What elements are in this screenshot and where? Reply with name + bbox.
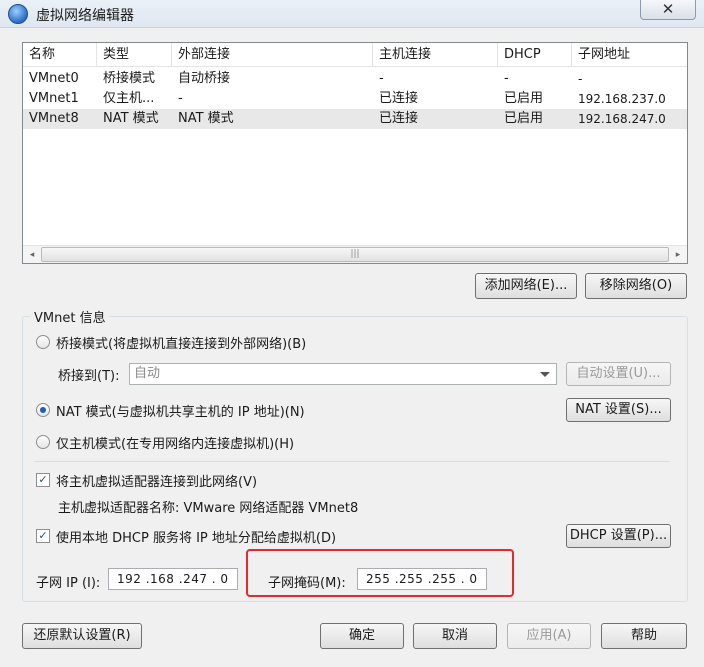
cell-type: 仅主机... [103,91,155,106]
cell-dhcp: - [504,71,509,86]
bridged-label[interactable]: 桥接模式(将虚拟机直接连接到外部网络)(B) [56,333,306,352]
cell-type: 桥接模式 [103,71,156,86]
horizontal-scrollbar[interactable]: ◂ ||| ▸ [23,245,687,263]
auto-settings-button[interactable]: 自动设置(U)... [566,362,671,386]
cell-type: NAT 模式 [103,111,159,126]
table-row[interactable]: VMnet1 仅主机... - 已连接 已启用 192.168.237.0 [23,89,687,109]
remove-network-button[interactable]: 移除网络(O) [585,273,687,299]
bridged-to-value: 自动 [134,366,161,381]
cell-name: VMnet1 [29,91,79,106]
restore-defaults-button[interactable]: 还原默认设置(R) [22,623,142,649]
connect-adapter-label[interactable]: 将主机虚拟适配器连接到此网络(V) [56,471,257,490]
table-row-selected[interactable]: VMnet8 NAT 模式 NAT 模式 已连接 已启用 192.168.247… [23,109,687,129]
apply-button[interactable]: 应用(A) [507,623,591,649]
scroll-left-icon[interactable]: ◂ [25,248,39,262]
subnet-mask-label: 子网掩码(M): [268,576,346,591]
nat-label[interactable]: NAT 模式(与虚拟机共享主机的 IP 地址)(N) [56,401,305,420]
dhcp-settings-button[interactable]: DHCP 设置(P)... [566,524,671,548]
hostonly-radio[interactable] [36,435,50,449]
column-header-type[interactable]: 类型 [97,43,172,67]
cell-external: - [178,91,183,106]
cell-dhcp: 已启用 [504,111,544,126]
nat-settings-button[interactable]: NAT 设置(S)... [566,398,671,422]
cell-external: NAT 模式 [178,111,234,126]
chevron-down-icon [540,372,550,377]
cell-name: VMnet8 [29,111,79,126]
scroll-thumb[interactable]: ||| [41,247,669,262]
add-network-button[interactable]: 添加网络(E)... [475,273,577,299]
list-header: 名称 类型 外部连接 主机连接 DHCP 子网地址 [23,43,687,67]
close-button[interactable]: ✕ [640,0,696,20]
subnet-mask-field[interactable]: 255 .255 .255 . 0 [357,568,487,590]
divider [34,461,670,462]
column-header-subnet[interactable]: 子网地址 [572,43,687,67]
nat-radio[interactable] [36,403,50,417]
cell-subnet: - [578,72,583,86]
cell-external: 自动桥接 [178,71,231,86]
cell-host: 已连接 [379,111,419,126]
group-title: VMnet 信息 [30,307,110,326]
subnet-ip-field[interactable]: 192 .168 .247 . 0 [108,568,238,590]
cell-host: - [379,71,384,86]
cell-host: 已连接 [379,91,419,106]
use-dhcp-checkbox[interactable]: ✓ [36,529,50,543]
help-button[interactable]: 帮助 [601,623,687,649]
cell-dhcp: 已启用 [504,91,544,106]
column-header-dhcp[interactable]: DHCP [498,43,572,67]
window-title: 虚拟网络编辑器 [36,8,134,24]
bridged-to-select[interactable]: 自动 [129,363,557,385]
scroll-right-icon[interactable]: ▸ [671,248,685,262]
use-dhcp-label[interactable]: 使用本地 DHCP 服务将 IP 地址分配给虚拟机(D) [56,527,336,546]
subnet-ip-label: 子网 IP (I): [36,576,101,591]
network-globe-icon [8,4,28,24]
adapter-name-label: 主机虚拟适配器名称: VMware 网络适配器 VMnet8 [58,501,359,516]
connect-adapter-checkbox[interactable]: ✓ [36,473,50,487]
column-header-name[interactable]: 名称 [23,43,97,67]
bridged-to-label: 桥接到(T): [58,369,120,384]
bridged-radio[interactable] [36,335,50,349]
cell-name: VMnet0 [29,71,79,86]
column-header-host[interactable]: 主机连接 [373,43,498,67]
cell-subnet: 192.168.247.0 [578,112,666,126]
cancel-button[interactable]: 取消 [413,623,497,649]
cell-subnet: 192.168.237.0 [578,92,666,106]
column-header-external[interactable]: 外部连接 [172,43,373,67]
table-row[interactable]: VMnet0 桥接模式 自动桥接 - - - [23,69,687,89]
network-list[interactable]: 名称 类型 外部连接 主机连接 DHCP 子网地址 VMnet0 桥接模式 自动… [22,42,688,264]
ok-button[interactable]: 确定 [320,623,404,649]
hostonly-label[interactable]: 仅主机模式(在专用网络内连接虚拟机)(H) [56,433,294,452]
